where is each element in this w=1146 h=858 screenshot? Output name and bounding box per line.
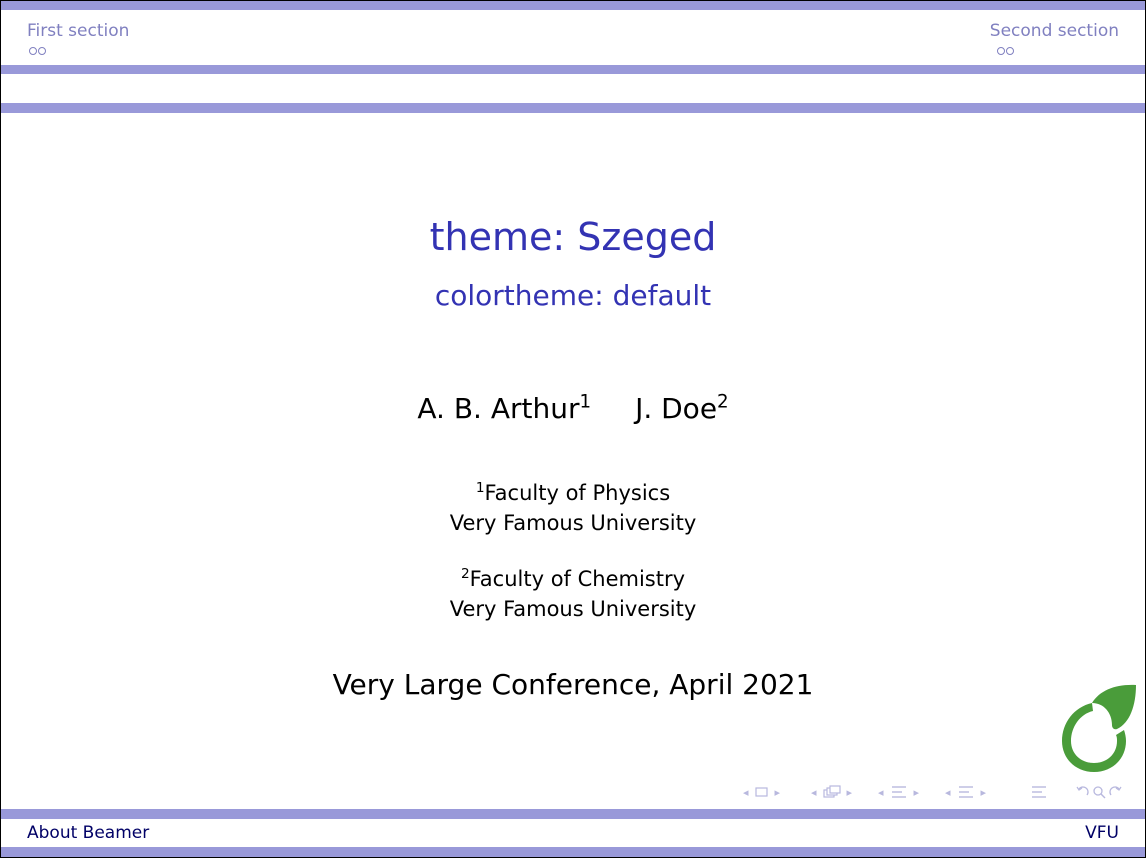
slide-nav-symbols[interactable]: ◂ ▸ [743, 784, 780, 800]
institute-mark: 2 [460, 566, 470, 582]
slide-date: Very Large Conference, April 2021 [332, 668, 814, 701]
frame-dot[interactable] [1006, 47, 1014, 55]
search-icon [1093, 786, 1106, 799]
authors: A. B. Arthur1 J. Doe2 [1, 392, 1145, 425]
slide-icon [754, 787, 768, 797]
slide-title: theme: Szeged [429, 215, 717, 259]
institute-line: Very Famous University [449, 597, 697, 621]
footer-title: About Beamer [27, 823, 150, 843]
frame-nav-symbols[interactable]: ◂ ▸ [811, 784, 852, 800]
document-icon [1032, 786, 1046, 798]
nav-dots-second [997, 47, 1014, 55]
section-nav-symbols[interactable]: ◂ ▸ [945, 784, 986, 800]
institute-1: 1Faculty of Physics Very Famous Universi… [1, 478, 1145, 538]
frame-dot[interactable] [38, 47, 46, 55]
beamer-slide: First section Second section theme: Szeg… [0, 0, 1146, 858]
footer-top-bar [1, 809, 1145, 819]
header-top-bar [1, 1, 1145, 10]
search-nav-symbols[interactable] [1075, 784, 1123, 800]
leaf-logo-icon [1062, 684, 1136, 772]
header-bottom-bar [1, 65, 1145, 74]
subsection-icon [891, 786, 906, 798]
footer-bottom-bar [1, 847, 1145, 857]
institute-line: Very Famous University [449, 511, 697, 535]
nav-section-second[interactable]: Second section [990, 21, 1119, 41]
institute-line: Faculty of Chemistry [469, 567, 686, 591]
frametitle-bar [1, 103, 1145, 113]
author-mark: 2 [717, 391, 729, 413]
frame-dot[interactable] [997, 47, 1005, 55]
forward-icon [1109, 786, 1122, 796]
author-name: A. B. Arthur [417, 392, 580, 425]
frame-dot[interactable] [29, 47, 37, 55]
footer-institute: VFU [1085, 823, 1119, 843]
frame-icon [822, 785, 841, 798]
author-name: J. Doe [635, 392, 718, 425]
subsection-nav-symbols[interactable]: ◂ ▸ [878, 784, 919, 800]
slide-subtitle: colortheme: default [434, 279, 712, 312]
institute-line: Faculty of Physics [484, 481, 671, 505]
nav-section-first[interactable]: First section [27, 21, 129, 41]
nav-dots-first [29, 47, 46, 55]
back-icon [1076, 786, 1089, 796]
author-mark: 1 [579, 391, 592, 413]
institute-mark: 1 [475, 480, 485, 496]
section-icon [958, 786, 973, 798]
document-nav-symbol[interactable] [1031, 784, 1047, 800]
institute-2: 2Faculty of Chemistry Very Famous Univer… [1, 564, 1145, 624]
